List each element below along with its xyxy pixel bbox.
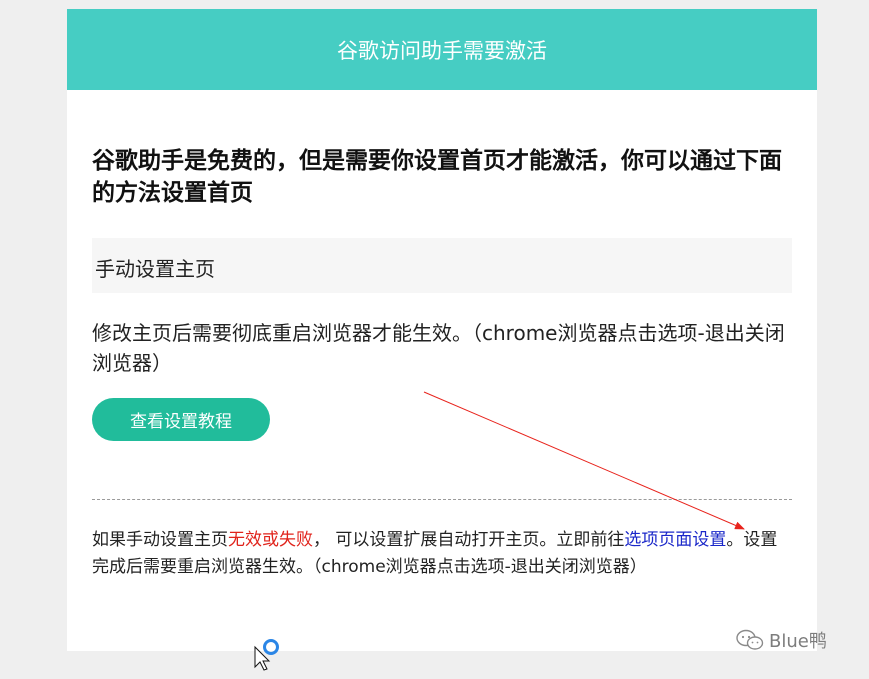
watermark: Blue鸭 — [735, 627, 827, 653]
fallback-instructions: 如果手动设置主页无效或失败， 可以设置扩展自动打开主页。立即前往选项页面设置。设… — [92, 527, 792, 581]
wechat-icon — [736, 629, 764, 650]
headline: 谷歌助手是免费的，但是需要你设置首页才能激活，你可以通过下面的方法设置首页 — [92, 148, 782, 206]
fallback-text-mid: ， 可以设置扩展自动打开主页。立即前往 — [313, 530, 625, 550]
fallback-text-before: 如果手动设置主页 — [92, 530, 228, 550]
divider — [92, 499, 792, 500]
options-page-link[interactable]: 选项页面设置 — [624, 530, 726, 550]
manual-section-title: 手动设置主页 — [95, 257, 215, 281]
watermark-text: Blue鸭 — [769, 631, 827, 652]
fallback-highlight: 无效或失败 — [228, 530, 313, 550]
restart-note: 修改主页后需要彻底重启浏览器才能生效。（chrome浏览器点击选项-退出关闭浏览… — [92, 321, 785, 375]
view-tutorial-button[interactable]: 查看设置教程 — [92, 398, 270, 441]
manual-section-header: 手动设置主页 — [92, 238, 792, 293]
activation-panel: 谷歌访问助手需要激活 谷歌助手是免费的，但是需要你设置首页才能激活，你可以通过下… — [67, 9, 817, 651]
page-header: 谷歌访问助手需要激活 — [67, 9, 817, 90]
page-title: 谷歌访问助手需要激活 — [337, 38, 547, 63]
